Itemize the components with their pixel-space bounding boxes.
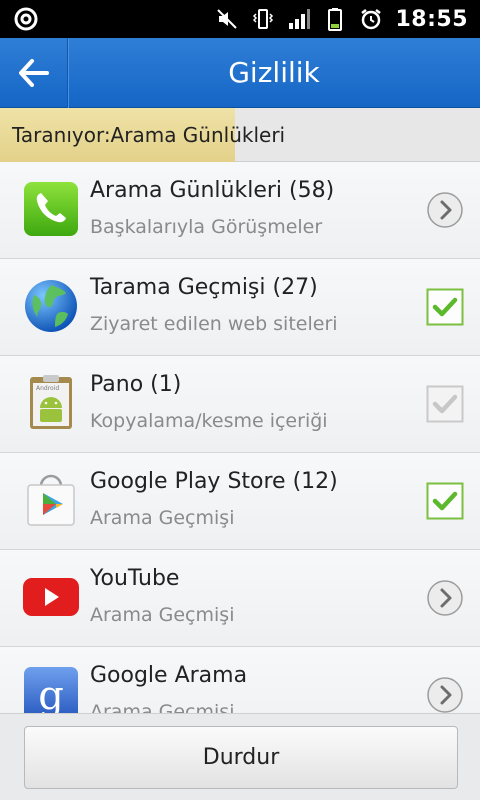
battery-icon xyxy=(328,8,343,31)
list-item-play-store[interactable]: Google Play Store (12) Arama Geçmişi xyxy=(0,453,480,550)
scan-status-text: Taranıyor:Arama Günlükleri xyxy=(12,123,286,147)
checkbox-checked[interactable] xyxy=(426,288,464,326)
item-title: Pano (1) xyxy=(90,372,182,397)
item-subtitle: Ziyaret edilen web siteleri xyxy=(90,313,338,335)
back-button[interactable] xyxy=(0,38,68,108)
back-arrow-icon xyxy=(18,59,49,87)
chevron-right-icon[interactable] xyxy=(426,191,464,229)
item-subtitle: Arama Geçmişi xyxy=(90,604,235,626)
item-subtitle: Kopyalama/kesme içeriği xyxy=(90,410,328,432)
play-store-icon xyxy=(27,474,75,526)
item-subtitle: Arama Geçmişi xyxy=(90,507,235,529)
stop-button[interactable]: Durdur xyxy=(24,726,458,789)
alarm-icon xyxy=(361,9,382,30)
chevron-right-icon[interactable] xyxy=(426,579,464,617)
item-title: YouTube xyxy=(90,566,180,591)
app-notification-icon xyxy=(14,7,38,31)
signal-icon xyxy=(289,9,311,29)
list-item-clipboard[interactable]: Android Pano (1) Kopyalama/kesme içeriği xyxy=(0,356,480,453)
item-title: Arama Günlükleri (58) xyxy=(90,178,335,203)
youtube-icon xyxy=(23,578,79,616)
globe-icon xyxy=(25,280,77,332)
checkbox-checked-disabled[interactable] xyxy=(426,385,464,423)
android-clipboard-icon: Android xyxy=(30,375,72,429)
scan-progress-bar: Taranıyor:Arama Günlükleri xyxy=(0,108,480,162)
status-bar: 18:55 xyxy=(0,0,480,38)
item-subtitle: Arama Geçmişi xyxy=(90,701,235,713)
svg-text:g: g xyxy=(38,673,64,713)
google-search-icon: g xyxy=(24,667,78,713)
chevron-right-icon[interactable] xyxy=(426,676,464,713)
page-title: Gizlilik xyxy=(228,56,320,89)
action-bar: Gizlilik xyxy=(0,38,480,108)
list-item-browsing-history[interactable]: Tarama Geçmişi (27) Ziyaret edilen web s… xyxy=(0,259,480,356)
checkbox-checked[interactable] xyxy=(426,482,464,520)
phone-icon xyxy=(24,182,78,236)
list-item-call-logs[interactable]: Arama Günlükleri (58) Başkalarıyla Görüş… xyxy=(0,162,480,259)
svg-text:Android: Android xyxy=(36,385,59,392)
bottom-bar: Durdur xyxy=(0,713,480,800)
clock: 18:55 xyxy=(395,6,468,32)
list-item-youtube[interactable]: YouTube Arama Geçmişi xyxy=(0,550,480,647)
item-title: Google Arama xyxy=(90,663,248,688)
vibrate-icon xyxy=(253,9,274,29)
item-title: Google Play Store (12) xyxy=(90,469,338,494)
privacy-item-list[interactable]: Arama Günlükleri (58) Başkalarıyla Görüş… xyxy=(0,162,480,713)
item-title: Tarama Geçmişi (27) xyxy=(90,275,318,300)
item-subtitle: Başkalarıyla Görüşmeler xyxy=(90,216,323,238)
mute-icon xyxy=(217,9,238,29)
list-item-google-search[interactable]: g Google Arama Arama Geçmişi xyxy=(0,647,480,713)
